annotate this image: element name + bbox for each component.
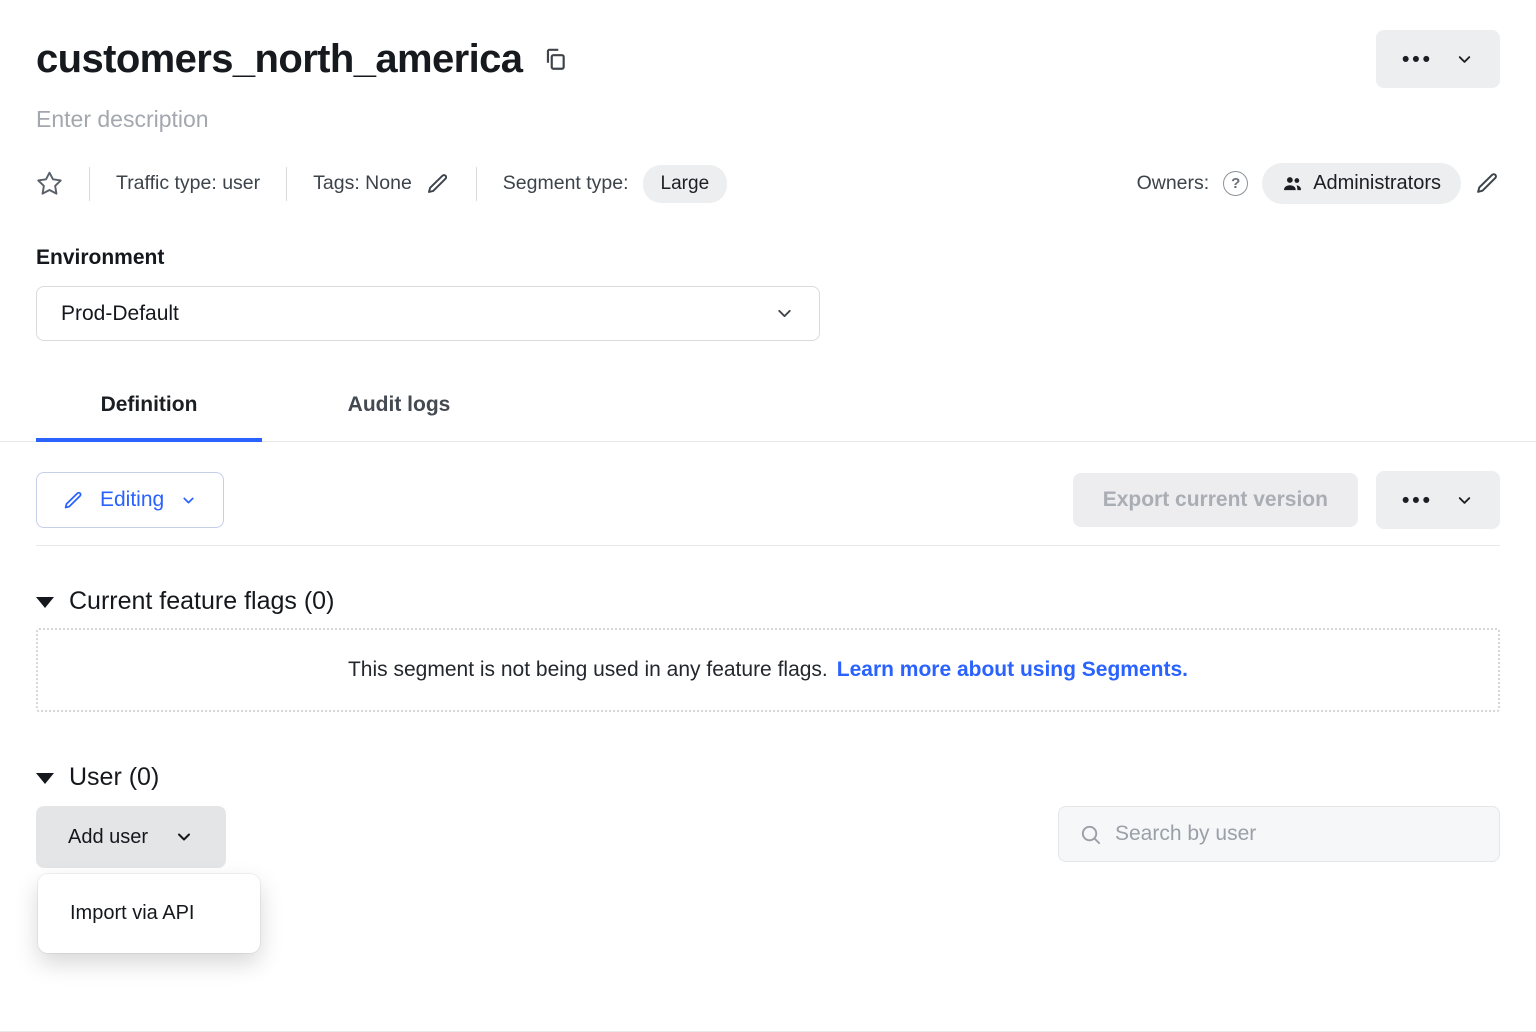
segment-type-badge: Large xyxy=(643,165,728,203)
chevron-down-icon xyxy=(174,827,194,847)
user-search xyxy=(1058,806,1500,862)
add-user-button[interactable]: Add user xyxy=(36,806,226,868)
edit-owners-pencil-icon[interactable] xyxy=(1475,171,1500,196)
tags-group: Tags: None xyxy=(313,172,450,196)
page-title: customers_north_america xyxy=(36,37,522,82)
copy-name-icon[interactable] xyxy=(542,46,568,72)
owners-label: Owners: xyxy=(1137,172,1210,195)
ellipsis-icon: ••• xyxy=(1402,490,1433,511)
editing-label: Editing xyxy=(100,488,164,512)
divider xyxy=(89,167,90,201)
user-search-input[interactable] xyxy=(1115,822,1479,846)
feature-flags-heading-text: Current feature flags (0) xyxy=(69,586,334,616)
title-group: customers_north_america xyxy=(36,37,568,82)
collapse-caret-icon[interactable] xyxy=(36,773,54,784)
edit-tags-pencil-icon[interactable] xyxy=(426,172,450,196)
meta-left: Traffic type: user Tags: None Segment ty… xyxy=(36,165,727,203)
export-version-button[interactable]: Export current version xyxy=(1073,473,1358,527)
chevron-down-icon xyxy=(774,303,795,324)
users-toolbar: Add user Import via API xyxy=(36,806,1500,868)
feature-flags-section: Current feature flags (0) This segment i… xyxy=(36,586,1500,712)
environment-label: Environment xyxy=(36,244,1500,272)
feature-flags-empty-state: This segment is not being used in any fe… xyxy=(36,628,1500,712)
divider xyxy=(286,167,287,201)
feature-flags-heading: Current feature flags (0) xyxy=(36,586,1500,616)
collapse-caret-icon[interactable] xyxy=(36,597,54,608)
people-icon xyxy=(1282,173,1303,194)
toolbar-right: Export current version ••• xyxy=(1073,471,1500,529)
environment-section: Environment Prod-Default xyxy=(36,244,1500,341)
tags-label: Tags: None xyxy=(313,172,412,195)
segment-page: customers_north_america ••• Enter descri… xyxy=(0,30,1536,1032)
pencil-icon xyxy=(63,490,84,511)
environment-selected-value: Prod-Default xyxy=(61,302,179,326)
users-heading-text: User (0) xyxy=(69,762,159,792)
empty-state-text: This segment is not being used in any fe… xyxy=(348,658,828,681)
favorite-star-icon[interactable] xyxy=(36,170,63,197)
add-user-menu: Import via API xyxy=(38,874,260,953)
editing-status-button[interactable]: Editing xyxy=(36,472,224,528)
ellipsis-icon: ••• xyxy=(1402,49,1433,70)
users-heading: User (0) xyxy=(36,762,1500,792)
add-user-dropdown: Add user Import via API xyxy=(36,806,226,868)
owners-value: Administrators xyxy=(1313,172,1441,195)
owners-help-icon[interactable]: ? xyxy=(1223,171,1248,196)
segment-type-group: Segment type: Large xyxy=(503,165,727,203)
traffic-type-label: Traffic type: user xyxy=(116,172,260,195)
divider xyxy=(476,167,477,201)
users-section: User (0) Add user Import via API xyxy=(36,762,1500,868)
tab-definition[interactable]: Definition xyxy=(36,375,262,441)
description-placeholder[interactable]: Enter description xyxy=(36,106,1500,133)
tab-audit-logs[interactable]: Audit logs xyxy=(286,375,512,441)
meta-row: Traffic type: user Tags: None Segment ty… xyxy=(36,163,1500,204)
search-icon xyxy=(1079,823,1102,846)
environment-select[interactable]: Prod-Default xyxy=(36,286,820,341)
segment-type-label: Segment type: xyxy=(503,172,629,195)
learn-more-link[interactable]: Learn more about using Segments. xyxy=(837,658,1188,681)
add-user-label: Add user xyxy=(68,826,148,849)
chevron-down-icon xyxy=(1455,50,1474,69)
toolbar-more-actions-button[interactable]: ••• xyxy=(1376,471,1500,529)
chevron-down-icon xyxy=(180,492,197,509)
definition-toolbar: Editing Export current version ••• xyxy=(36,471,1500,546)
menu-item-import-via-api[interactable]: Import via API xyxy=(38,890,260,937)
chevron-down-icon xyxy=(1455,491,1474,510)
page-header: customers_north_america ••• xyxy=(36,30,1500,88)
owners-badge[interactable]: Administrators xyxy=(1262,163,1461,204)
meta-right: Owners: ? Administrators xyxy=(1137,163,1500,204)
tab-bar: Definition Audit logs xyxy=(0,375,1536,442)
header-more-actions-button[interactable]: ••• xyxy=(1376,30,1500,88)
